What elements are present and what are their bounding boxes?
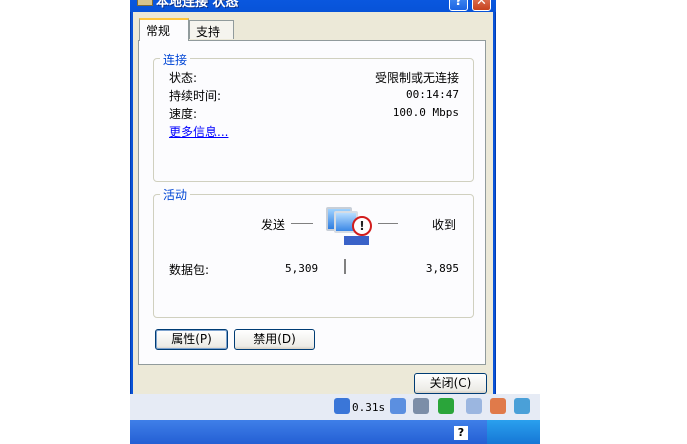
tray-icon-5[interactable] (514, 398, 530, 414)
sent-line (291, 223, 313, 224)
tray-icon-1[interactable] (390, 398, 406, 414)
status-label: 状态: (169, 71, 198, 85)
activity-group (153, 194, 474, 318)
packets-divider (344, 259, 346, 274)
tray-speed-text: 0.31s (352, 401, 386, 414)
taskbar-tray-icons[interactable] (487, 420, 540, 444)
activity-legend: 活动 (160, 186, 191, 203)
sent-label: 发送 (261, 218, 286, 232)
tab-support[interactable]: 支持 (189, 20, 234, 39)
close-button[interactable]: 关闭(C) (414, 373, 487, 394)
help-button[interactable]: ? (449, 0, 468, 11)
warning-icon: ! (352, 216, 372, 236)
properties-button[interactable]: 属性(P) (155, 329, 228, 350)
speed-label: 速度: (169, 107, 198, 121)
network-speed-icon[interactable] (334, 398, 350, 414)
tray-icon-3[interactable] (438, 398, 454, 414)
taskbar-help-icon[interactable]: ? (454, 426, 468, 440)
received-label: 收到 (432, 218, 457, 232)
duration-label: 持续时间: (169, 89, 222, 103)
tray-icon-2[interactable] (413, 398, 429, 414)
network-status-icon (137, 0, 153, 6)
connection-legend: 连接 (160, 51, 191, 68)
received-line (378, 223, 398, 224)
volume-icon[interactable] (466, 398, 482, 414)
packets-label: 数据包: (169, 263, 210, 277)
disable-button[interactable]: 禁用(D) (234, 329, 315, 350)
tray-icon-4[interactable] (490, 398, 506, 414)
packets-sent-value: 5,309 (285, 262, 319, 275)
speed-value: 100.0 Mbps (392, 106, 459, 119)
window-title: 本地连接 状态 (156, 0, 239, 10)
network-cable-icon (344, 236, 369, 245)
tab-general[interactable]: 常规 (139, 18, 189, 41)
taskbar (130, 420, 540, 444)
packets-received-value: 3,895 (425, 262, 459, 275)
close-window-button[interactable]: ✕ (472, 0, 491, 11)
status-value: 受限制或无连接 (374, 71, 459, 85)
more-info-link[interactable]: 更多信息... (169, 123, 228, 140)
duration-value: 00:14:47 (406, 88, 459, 101)
